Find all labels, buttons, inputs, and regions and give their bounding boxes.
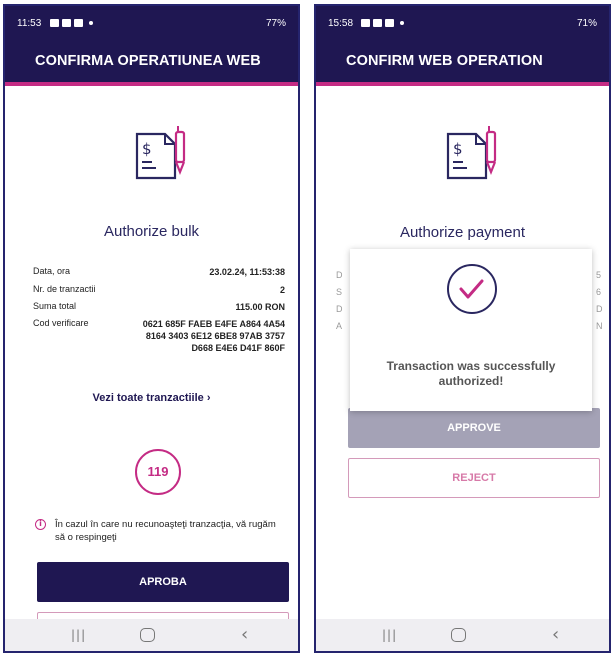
app-header: CONFIRMA OPERATIUNEA WEB [5,40,298,86]
detail-value: 6 [596,287,602,297]
detail-label: Data, ora [33,266,71,276]
countdown-timer: 119 [135,449,181,495]
verification-code: 0621 685F FAEB E4FE A864 4A54 8164 3403 … [142,319,285,353]
check-mark [459,279,484,299]
android-nav-bar: ||| ‹ [316,619,609,651]
status-bar: 11:53 77% [5,6,298,40]
home-icon[interactable] [451,628,466,642]
battery-level: 77% [265,18,286,29]
approve-button[interactable]: APPROVE [348,408,600,448]
detail-label: D [336,304,343,314]
check-circle-icon [447,264,497,314]
detail-value: 2 [279,285,285,295]
operation-heading: Authorize payment [399,224,526,241]
detail-value: 115.00 RON [235,302,285,312]
recent-apps-icon[interactable]: ||| [382,628,397,642]
svg-text:$: $ [453,140,463,158]
success-message: Transaction was successfully authorized! [386,359,556,388]
success-dialog: Transaction was successfully authorized! [350,249,592,411]
detail-label: S [336,287,343,297]
detail-value: N [596,321,603,331]
page-title: CONFIRM WEB OPERATION [346,53,543,69]
back-icon[interactable]: ‹ [241,624,248,645]
notification-icons [50,19,93,27]
see-all-label: Vezi toate tranzactiile [92,392,204,404]
android-nav-bar: ||| ‹ [5,619,298,651]
status-time: 11:53 [17,18,42,29]
app-header: CONFIRM WEB OPERATION [316,40,609,86]
phone-screen-english: 15:58 71% CONFIRM WEB OPERATION $ Author… [314,4,611,653]
page-title: CONFIRMA OPERATIUNEA WEB [35,53,261,69]
see-all-transactions-link[interactable]: Vezi toate tranzactiile › [5,392,298,404]
info-text: În cazul în care nu recunoaşteţi tranzac… [55,519,276,543]
detail-label: Nr. de tranzactii [33,284,96,294]
battery-level: 71% [576,18,597,29]
detail-label: D [336,270,343,280]
approve-button[interactable]: APROBA [37,562,289,602]
detail-label: Suma total [33,301,77,311]
status-bar: 15:58 71% [316,6,609,40]
home-icon[interactable] [140,628,155,642]
detail-value: 23.02.24, 11:53:38 [209,267,285,277]
phone-screen-romanian: 11:53 77% CONFIRMA OPERATIUNEA WEB $ Aut… [3,4,300,653]
detail-label: A [336,321,343,331]
status-time: 15:58 [328,18,354,29]
info-icon: i [35,519,46,530]
svg-text:$: $ [142,140,152,158]
operation-heading: Authorize bulk [103,223,200,240]
notification-icons [361,19,404,27]
document-pen-icon: $ [135,126,186,180]
reject-button[interactable]: REJECT [348,458,600,498]
recent-apps-icon[interactable]: ||| [71,628,86,642]
detail-label: Cod verificare [33,318,89,328]
chevron-right-icon: › [206,392,211,404]
back-icon[interactable]: ‹ [552,624,559,645]
detail-value: 5 [596,270,602,280]
detail-value: D [596,304,603,314]
document-pen-icon: $ [446,126,497,180]
